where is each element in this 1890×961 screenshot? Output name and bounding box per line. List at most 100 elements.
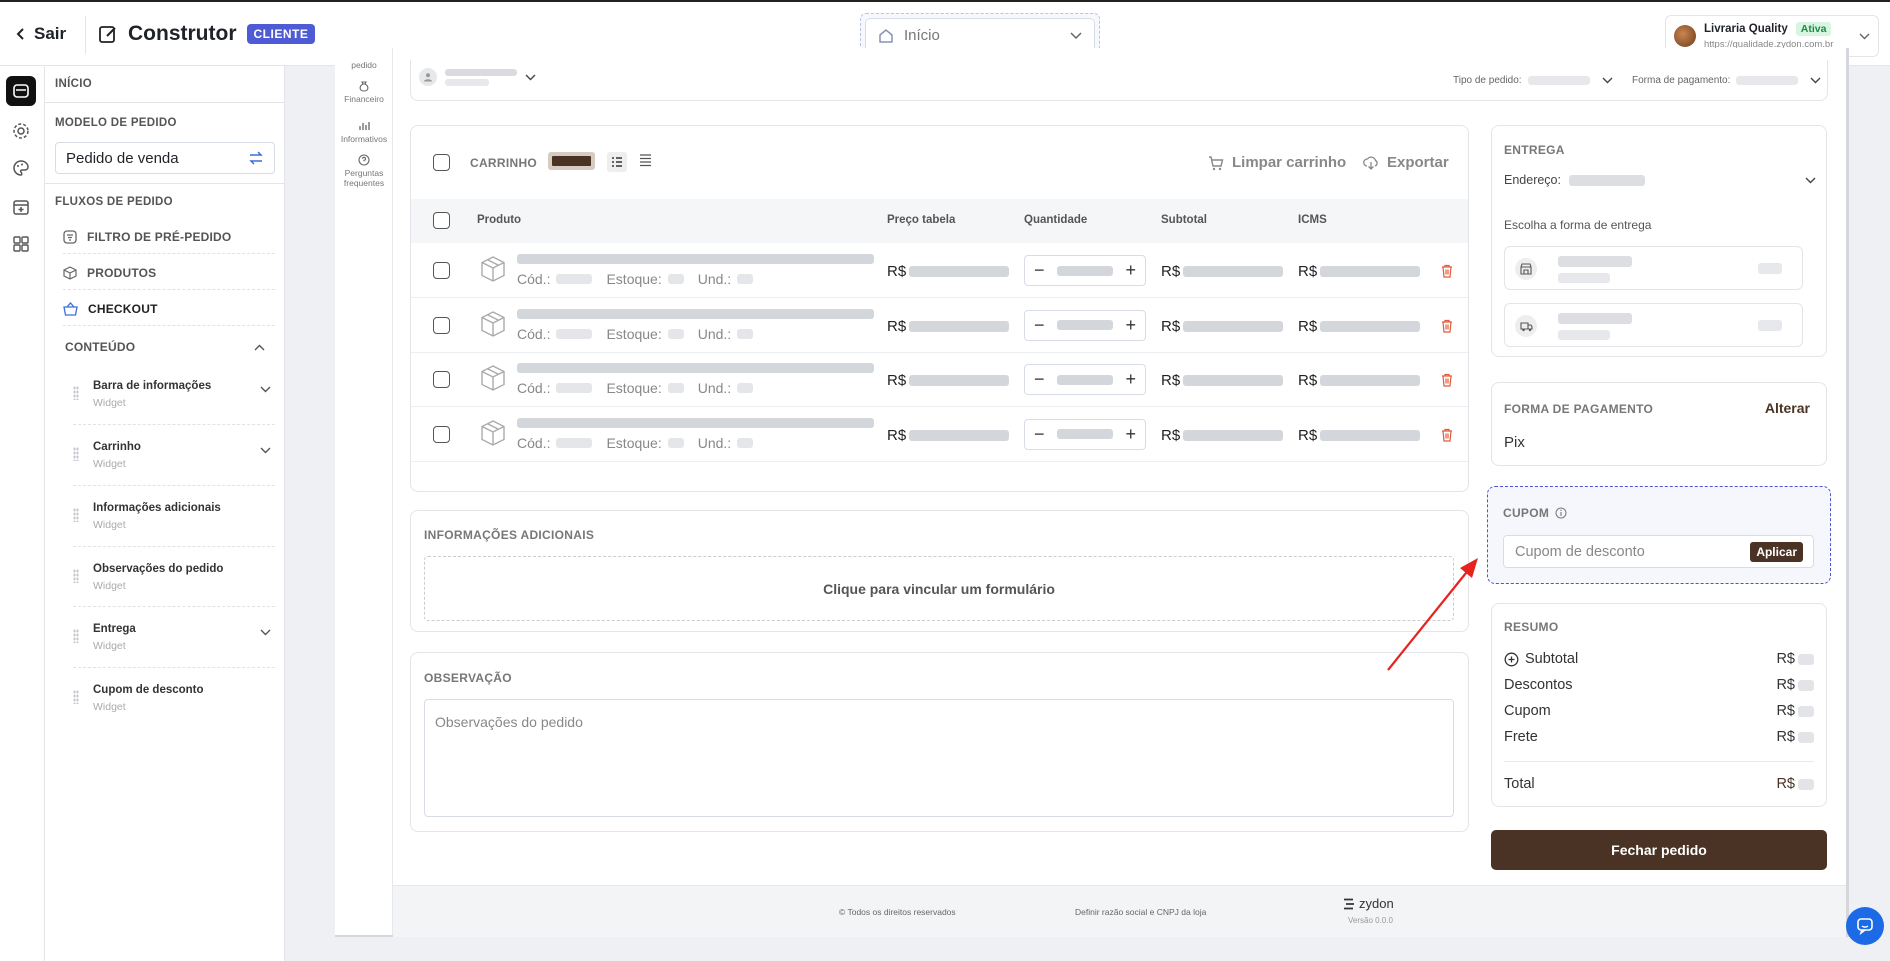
chevron-down-icon xyxy=(1070,31,1082,40)
apply-coupon-button[interactable]: Aplicar xyxy=(1750,542,1803,562)
sidebar-home[interactable]: INÍCIO xyxy=(55,78,92,90)
chat-button[interactable] xyxy=(1846,907,1884,945)
widget-cart[interactable]: Carrinho Widget xyxy=(73,425,283,485)
subtotal-cell: R$ xyxy=(1161,317,1284,335)
drag-handle[interactable] xyxy=(73,629,79,643)
rail-store[interactable] xyxy=(6,192,36,222)
header-checkbox[interactable] xyxy=(433,212,450,229)
store-icon xyxy=(1515,258,1537,280)
row-checkbox[interactable] xyxy=(433,262,450,279)
widget-delivery[interactable]: Entrega Widget xyxy=(73,607,283,667)
widget-type: Widget xyxy=(93,519,126,531)
quantity-stepper[interactable]: − + xyxy=(1024,364,1146,395)
flow-item-products[interactable]: PRODUTOS xyxy=(63,266,156,280)
currency: R$ xyxy=(1161,317,1181,335)
chevron-up-icon[interactable] xyxy=(254,344,265,351)
footer-brand: zydon xyxy=(1343,896,1394,911)
payment-method-select[interactable]: Forma de pagamento: xyxy=(1632,75,1821,86)
chevron-down-icon[interactable] xyxy=(260,447,271,454)
back-button[interactable]: Sair xyxy=(16,24,66,44)
flow-item-checkout[interactable]: CHECKOUT xyxy=(63,302,158,316)
plus-icon[interactable]: + xyxy=(1125,260,1136,281)
menu-item-financial[interactable]: Financeiro xyxy=(335,80,393,104)
menu-item-faq[interactable]: Perguntas frequentes xyxy=(335,154,393,188)
rail-apps[interactable] xyxy=(6,229,36,259)
clear-cart-button[interactable]: Limpar carrinho xyxy=(1208,154,1346,171)
chevron-down-icon xyxy=(1859,33,1870,40)
change-payment-button[interactable]: Alterar xyxy=(1765,400,1810,416)
widget-info-bar[interactable]: Barra de informações Widget xyxy=(73,364,283,424)
menu-item-order[interactable]: pedido xyxy=(335,60,393,70)
close-order-button[interactable]: Fechar pedido xyxy=(1491,830,1827,870)
flow-item-pre-order-filter[interactable]: FILTRO DE PRÉ-PEDIDO xyxy=(63,230,231,244)
chevron-down-icon[interactable] xyxy=(260,629,271,636)
export-button[interactable]: Exportar xyxy=(1363,154,1449,171)
row-checkbox[interactable] xyxy=(433,425,450,443)
chevron-down-icon[interactable] xyxy=(260,386,271,393)
minus-icon[interactable]: − xyxy=(1034,315,1045,336)
order-model-select[interactable]: Pedido de venda xyxy=(55,142,275,174)
customer-selector[interactable] xyxy=(419,68,536,86)
address-select[interactable]: Endereço: xyxy=(1504,173,1816,187)
drag-handle[interactable] xyxy=(73,690,79,704)
trash-icon[interactable] xyxy=(1441,319,1453,333)
coupon-input[interactable]: Cupom de desconto xyxy=(1515,544,1645,560)
plus-icon[interactable]: + xyxy=(1125,424,1136,445)
minus-icon[interactable]: − xyxy=(1034,260,1045,281)
cart-heading: CARRINHO xyxy=(470,156,538,170)
coupon-card[interactable]: CUPOM Cupom de desconto Aplicar xyxy=(1487,486,1831,584)
drag-handle[interactable] xyxy=(73,569,79,583)
widget-coupon[interactable]: Cupom de desconto Widget xyxy=(73,668,283,728)
minus-icon[interactable]: − xyxy=(1034,424,1045,445)
row-checkbox[interactable] xyxy=(433,371,450,388)
delivery-option-pickup[interactable] xyxy=(1504,246,1803,290)
view-list-toggle[interactable] xyxy=(607,152,627,172)
meta-unit-label: Und.: xyxy=(697,434,732,451)
select-all-checkbox[interactable] xyxy=(433,154,450,171)
table-row[interactable]: Cód.: Estoque: Und.: R$ − + R$ R$ xyxy=(411,299,1468,353)
trash-icon[interactable] xyxy=(1441,264,1453,278)
widget-additional-info[interactable]: Informações adicionais Widget xyxy=(73,486,283,546)
link-form-dropzone[interactable]: Clique para vincular um formulário xyxy=(424,556,1454,621)
view-compact-toggle[interactable] xyxy=(639,153,652,167)
table-row[interactable]: Cód.: Estoque: Und.: R$ − + R$ R$ xyxy=(411,353,1468,407)
export-label: Exportar xyxy=(1387,154,1449,171)
product-icon xyxy=(479,255,507,283)
widget-name: Observações do pedido xyxy=(93,563,224,575)
info-icon[interactable] xyxy=(1555,507,1567,519)
minus-icon[interactable]: − xyxy=(1034,369,1045,390)
quantity-stepper[interactable]: − + xyxy=(1024,309,1146,341)
content-section-toggle[interactable]: CONTEÚDO xyxy=(65,340,135,354)
product-icon xyxy=(479,364,507,392)
plus-icon[interactable]: + xyxy=(1125,369,1136,390)
quantity-stepper[interactable]: − + xyxy=(1024,418,1146,450)
model-heading: MODELO DE PEDIDO xyxy=(55,117,177,129)
table-row[interactable]: Cód.: Estoque: Und.: R$ − + R$ R$ xyxy=(411,244,1468,298)
summary-subtotal[interactable]: Subtotal R$ xyxy=(1504,651,1814,667)
quantity-stepper[interactable]: − + xyxy=(1024,255,1146,286)
widget-order-notes[interactable]: Observações do pedido Widget xyxy=(73,547,283,607)
menu-item-info[interactable]: Informativos xyxy=(335,120,393,144)
view-card-toggle[interactable] xyxy=(548,152,595,170)
row-checkbox[interactable] xyxy=(433,316,450,334)
currency: R$ xyxy=(887,372,907,389)
rail-theme[interactable] xyxy=(6,153,36,183)
footer-define-company[interactable]: Definir razão social e CNPJ da loja xyxy=(1075,907,1206,917)
plus-icon[interactable]: + xyxy=(1125,315,1136,336)
rail-settings[interactable] xyxy=(6,116,36,146)
order-notes-textarea[interactable]: Observações do pedido xyxy=(424,699,1454,817)
cloud-download-icon xyxy=(1363,156,1379,170)
delivery-option-shipping[interactable] xyxy=(1504,303,1803,347)
brand-name: zydon xyxy=(1359,896,1394,911)
observation-card: OBSERVAÇÃO Observações do pedido xyxy=(410,652,1469,832)
meta-stock-label: Estoque: xyxy=(606,271,662,287)
trash-icon[interactable] xyxy=(1441,373,1453,387)
drag-handle[interactable] xyxy=(73,508,79,522)
table-row[interactable]: Cód.: Estoque: Und.: R$ − + R$ R$ xyxy=(411,408,1468,462)
drag-handle[interactable] xyxy=(73,447,79,461)
grid-icon xyxy=(12,235,30,253)
order-type-select[interactable]: Tipo de pedido: xyxy=(1453,75,1613,86)
trash-icon[interactable] xyxy=(1441,428,1453,442)
drag-handle[interactable] xyxy=(73,386,79,400)
rail-builder[interactable] xyxy=(6,76,36,106)
